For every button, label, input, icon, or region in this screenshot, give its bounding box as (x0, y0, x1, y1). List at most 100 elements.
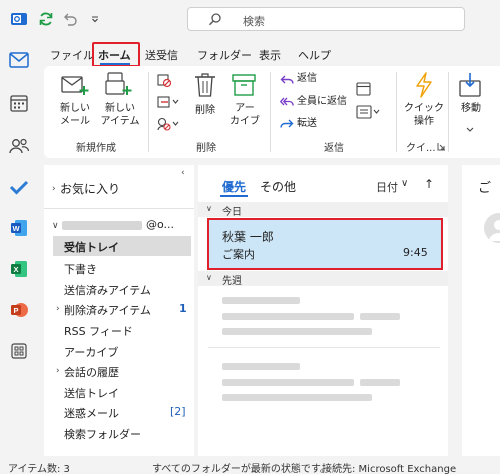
cleanup-icon[interactable] (156, 94, 180, 113)
reply-all-icon[interactable] (279, 96, 294, 111)
new-mail-label: 新しい メール (60, 103, 90, 127)
more-respond-icon[interactable] (356, 104, 382, 123)
status-item-count: アイテム数: 3 (8, 464, 70, 474)
ribbon-divider (448, 72, 449, 152)
status-bar: アイテム数: 3 すべてのフォルダーが最新の状態です。 接続先: Microso… (0, 456, 500, 474)
divider (44, 208, 194, 209)
move-button[interactable]: 移動 (458, 102, 484, 115)
people-icon[interactable] (4, 131, 34, 161)
quick-steps-button[interactable]: クイック 操作 (404, 102, 444, 128)
chevron-down-icon[interactable]: ∨ (401, 178, 408, 189)
message-item-selected[interactable]: 秋葉 一郎 ご案内 9:45 (207, 218, 443, 270)
search-input[interactable]: 検索 (187, 7, 465, 31)
title-bar: 検索 (0, 0, 500, 38)
message-sender: 秋葉 一郎 (222, 230, 274, 244)
tab-other[interactable]: その他 (260, 178, 296, 195)
chevron-down-icon[interactable]: ∨ (206, 273, 212, 282)
tab-help[interactable]: ヘルプ (298, 47, 331, 63)
chevron-down-icon[interactable]: ∨ (52, 221, 59, 231)
calendar-icon[interactable] (4, 88, 34, 118)
folder-sent[interactable]: 送信済みアイテム (64, 282, 151, 298)
deleted-count-badge: 1 (179, 302, 187, 315)
folder-rss[interactable]: RSS フィード (64, 323, 133, 339)
forward-button[interactable]: 転送 (297, 117, 317, 130)
tab-send-receive[interactable]: 送受信 (145, 47, 178, 63)
group-today-label: 今日 (222, 207, 242, 218)
ribbon-divider (148, 72, 149, 152)
folder-deleted[interactable]: 削除済みアイテム (64, 302, 151, 318)
tab-home-underline (100, 63, 130, 65)
ribbon-divider (396, 72, 397, 152)
folder-inbox[interactable]: 受信トレイ (64, 239, 119, 255)
archive-button[interactable]: アー カイブ (230, 102, 260, 128)
delete-icon[interactable] (194, 72, 216, 101)
status-sync: すべてのフォルダーが最新の状態です。 (152, 464, 330, 474)
group-delete-label: 削除 (196, 143, 216, 154)
tab-focused[interactable]: 優先 (222, 178, 246, 195)
ignore-icon[interactable] (156, 72, 172, 91)
excel-icon[interactable]: X (4, 254, 34, 284)
new-item-icon[interactable] (104, 72, 132, 101)
powerpoint-icon[interactable]: P (4, 295, 34, 325)
delete-button[interactable]: 削除 (192, 104, 218, 117)
tab-view[interactable]: 表示 (259, 47, 281, 63)
favorites-header[interactable]: お気に入り (60, 180, 120, 197)
menu-bar: ファイル ホーム 送受信 フォルダー 表示 ヘルプ (38, 38, 500, 67)
new-mail-button[interactable]: 新しい メール (58, 102, 92, 128)
new-item-label: 新しい アイテム (100, 103, 140, 127)
app-rail: W X P (0, 38, 38, 456)
folder-pane: ‹ › お気に入り ∨ @o... 受信トレイ 下書き 送信済みアイテム › 削… (44, 165, 194, 456)
move-dropdown-icon[interactable] (465, 124, 475, 137)
folder-conversation-history[interactable]: 会話の履歴 (64, 364, 119, 380)
reply-icon[interactable] (280, 74, 294, 89)
reply-button[interactable]: 返信 (297, 72, 317, 85)
quick-access-dropdown-icon[interactable] (85, 9, 105, 29)
new-mail-icon[interactable] (61, 72, 89, 99)
meeting-reply-icon[interactable] (356, 80, 372, 99)
move-icon[interactable] (458, 72, 482, 101)
more-apps-icon[interactable] (4, 336, 34, 366)
forward-icon[interactable] (280, 118, 294, 133)
message-item-redacted[interactable] (198, 289, 448, 345)
folder-drafts[interactable]: 下書き (64, 261, 97, 277)
tab-file[interactable]: ファイル (50, 47, 94, 63)
group-quick-label: クイ... (406, 143, 436, 154)
account-name-redacted (62, 221, 142, 230)
ribbon-divider (270, 72, 271, 152)
quick-steps-icon[interactable] (414, 72, 434, 101)
account-name[interactable]: @o... (146, 218, 174, 231)
chevron-right-icon[interactable]: › (56, 304, 60, 314)
message-time: 9:45 (403, 246, 428, 259)
message-list: 優先 その他 日付 ∨ ↑ ∨ 今日 秋葉 一郎 ご案内 9:45 ∨ 先週 (198, 165, 448, 456)
mail-icon[interactable] (4, 45, 34, 75)
tab-folder[interactable]: フォルダー (197, 47, 252, 63)
message-item-redacted[interactable] (198, 355, 448, 411)
svg-text:X: X (13, 265, 18, 274)
search-placeholder: 検索 (243, 15, 265, 28)
divider (208, 347, 440, 348)
junk-icon[interactable] (156, 116, 180, 135)
undo-icon[interactable] (60, 9, 80, 29)
reply-all-button[interactable]: 全員に返信 (297, 95, 347, 108)
folder-archive[interactable]: アーカイブ (64, 344, 118, 360)
archive-icon[interactable] (232, 74, 256, 99)
svg-text:P: P (13, 306, 18, 315)
todo-icon[interactable] (4, 172, 34, 202)
folder-junk[interactable]: 迷惑メール (64, 405, 119, 421)
sort-direction-icon[interactable]: ↑ (424, 177, 434, 191)
group-lastweek-label: 先週 (222, 276, 242, 287)
folder-outbox[interactable]: 送信トレイ (64, 385, 119, 401)
folder-search[interactable]: 検索フォルダー (64, 426, 141, 442)
word-icon[interactable]: W (4, 213, 34, 243)
status-connection: 接続先: Microsoft Exchange (322, 464, 457, 474)
dialog-launcher-icon[interactable] (437, 141, 446, 154)
chevron-right-icon[interactable]: › (52, 184, 56, 194)
chevron-down-icon[interactable]: ∨ (206, 204, 212, 213)
junk-count-badge: [2] (170, 405, 186, 418)
sort-by-date[interactable]: 日付 (376, 179, 398, 195)
message-subject: ご案内 (222, 248, 255, 261)
collapse-pane-icon[interactable]: ‹ (181, 168, 185, 178)
sync-icon[interactable] (36, 9, 56, 29)
chevron-right-icon[interactable]: › (56, 366, 60, 376)
new-item-button[interactable]: 新しい アイテム (100, 102, 140, 128)
